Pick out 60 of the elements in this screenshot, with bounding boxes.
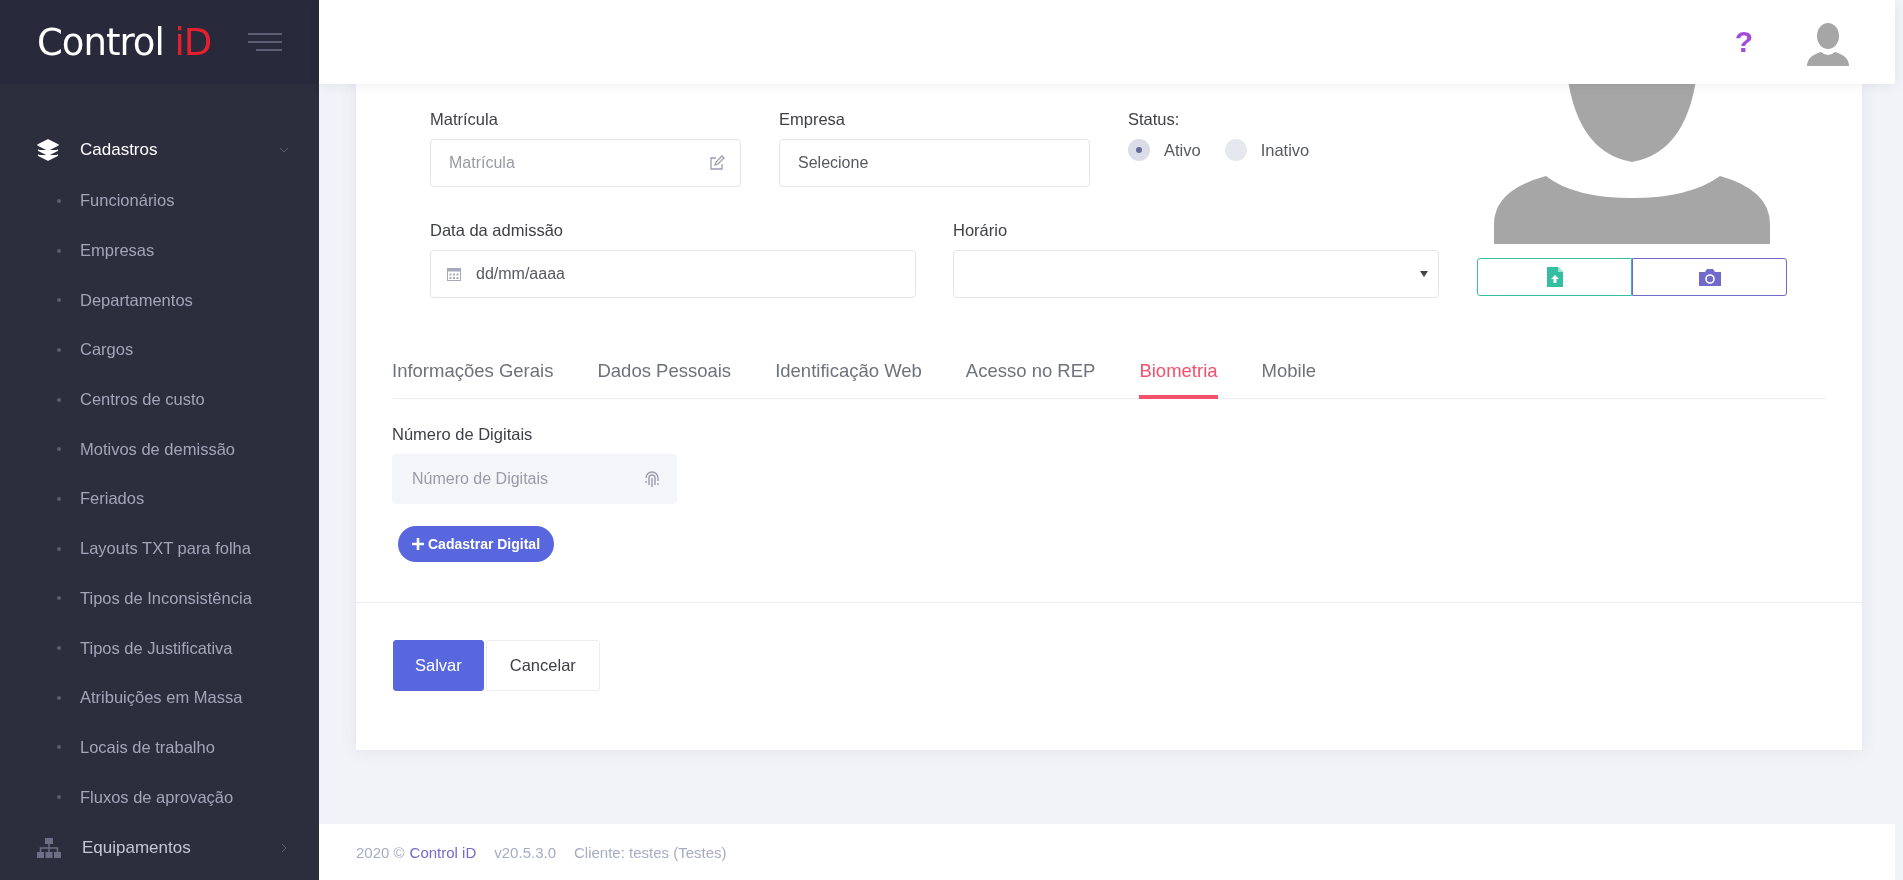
nav-subitem[interactable]: Tipos de Justificativa [0, 623, 319, 673]
select-field[interactable]: Selecione [779, 139, 1090, 187]
tab[interactable]: Biometria [1139, 360, 1218, 399]
camera-icon [1698, 268, 1721, 286]
field-label: Empresa [779, 110, 847, 129]
radio-label: Inativo [1260, 140, 1310, 160]
nav-item[interactable]: Equipamentos [0, 821, 319, 874]
text-field[interactable]: Matrícula [430, 139, 741, 187]
nav-subitem[interactable]: Departamentos [0, 275, 319, 326]
nav-subitem[interactable]: Feriados [0, 474, 319, 524]
fingerprint-icon [643, 470, 661, 488]
logo: Control iD [37, 20, 212, 64]
date-field[interactable]: dd/mm/aaaa [430, 250, 916, 298]
user-avatar-icon [1805, 22, 1851, 68]
field-label: Data da admissão [430, 221, 564, 240]
tab[interactable]: Mobile [1261, 360, 1317, 399]
layers-icon [37, 139, 59, 161]
tab[interactable]: Informações Gerais [392, 360, 554, 399]
cancel-button[interactable]: Cancelar [485, 640, 600, 691]
client-text: Cliente: testes (Testes) [574, 843, 727, 861]
chevron-down-icon [279, 145, 289, 155]
nav-subitem[interactable]: Tipos de Inconsistência [0, 573, 319, 624]
version-text: v20.5.3.0 [494, 843, 556, 861]
edit-icon [709, 155, 725, 171]
field-label: Status: [1128, 110, 1181, 129]
copyright-text: 2020 © [356, 843, 405, 861]
number-field[interactable]: Número de Digitais [392, 454, 677, 504]
nav-item[interactable]: Cadastros [0, 124, 319, 176]
nav-subitem[interactable]: Centros de custo [0, 374, 319, 425]
radio-button[interactable] [1128, 139, 1150, 161]
nav-subitem[interactable]: Locais de trabalho [0, 722, 319, 773]
tab[interactable]: Dados Pessoais [597, 360, 732, 399]
calendar-icon [447, 267, 461, 281]
radio-label: Ativo [1164, 140, 1201, 160]
chevron-right-icon [279, 842, 289, 853]
save-button[interactable]: Salvar [393, 640, 484, 691]
sitemap-icon [37, 836, 61, 859]
nav-subitem[interactable]: Empresas [0, 225, 319, 276]
nav-subitem[interactable]: Fluxos de aprovação [0, 772, 319, 822]
add-fingerprint-button[interactable]: Cadastrar Digital [398, 526, 555, 562]
field-label: Horário [953, 221, 1009, 240]
dropdown-field[interactable] [953, 250, 1439, 298]
camera-button[interactable] [1632, 258, 1787, 296]
help-icon[interactable]: ? [1734, 25, 1753, 59]
file-upload-icon [1546, 267, 1563, 287]
nav-subitem[interactable]: Funcionários [0, 176, 319, 226]
plus-icon [412, 538, 424, 550]
field-label: Número de Digitais [392, 425, 533, 444]
tab[interactable]: Acesso no REP [965, 360, 1096, 399]
nav-subitem[interactable]: Motivos de demissão [0, 424, 319, 475]
nav-subitem[interactable]: Atribuições em Massa [0, 672, 319, 723]
upload-button[interactable] [1477, 258, 1632, 296]
nav-subitem[interactable]: Layouts TXT para folha [0, 523, 319, 574]
tab[interactable]: Identificação Web [775, 360, 922, 399]
radio-button[interactable] [1224, 139, 1247, 161]
field-label: Matrícula [430, 110, 499, 129]
footer-link[interactable]: Control iD [409, 843, 477, 861]
caret-down-icon [1420, 271, 1428, 277]
nav-subitem[interactable]: Cargos [0, 325, 319, 375]
menu-icon [248, 31, 282, 53]
